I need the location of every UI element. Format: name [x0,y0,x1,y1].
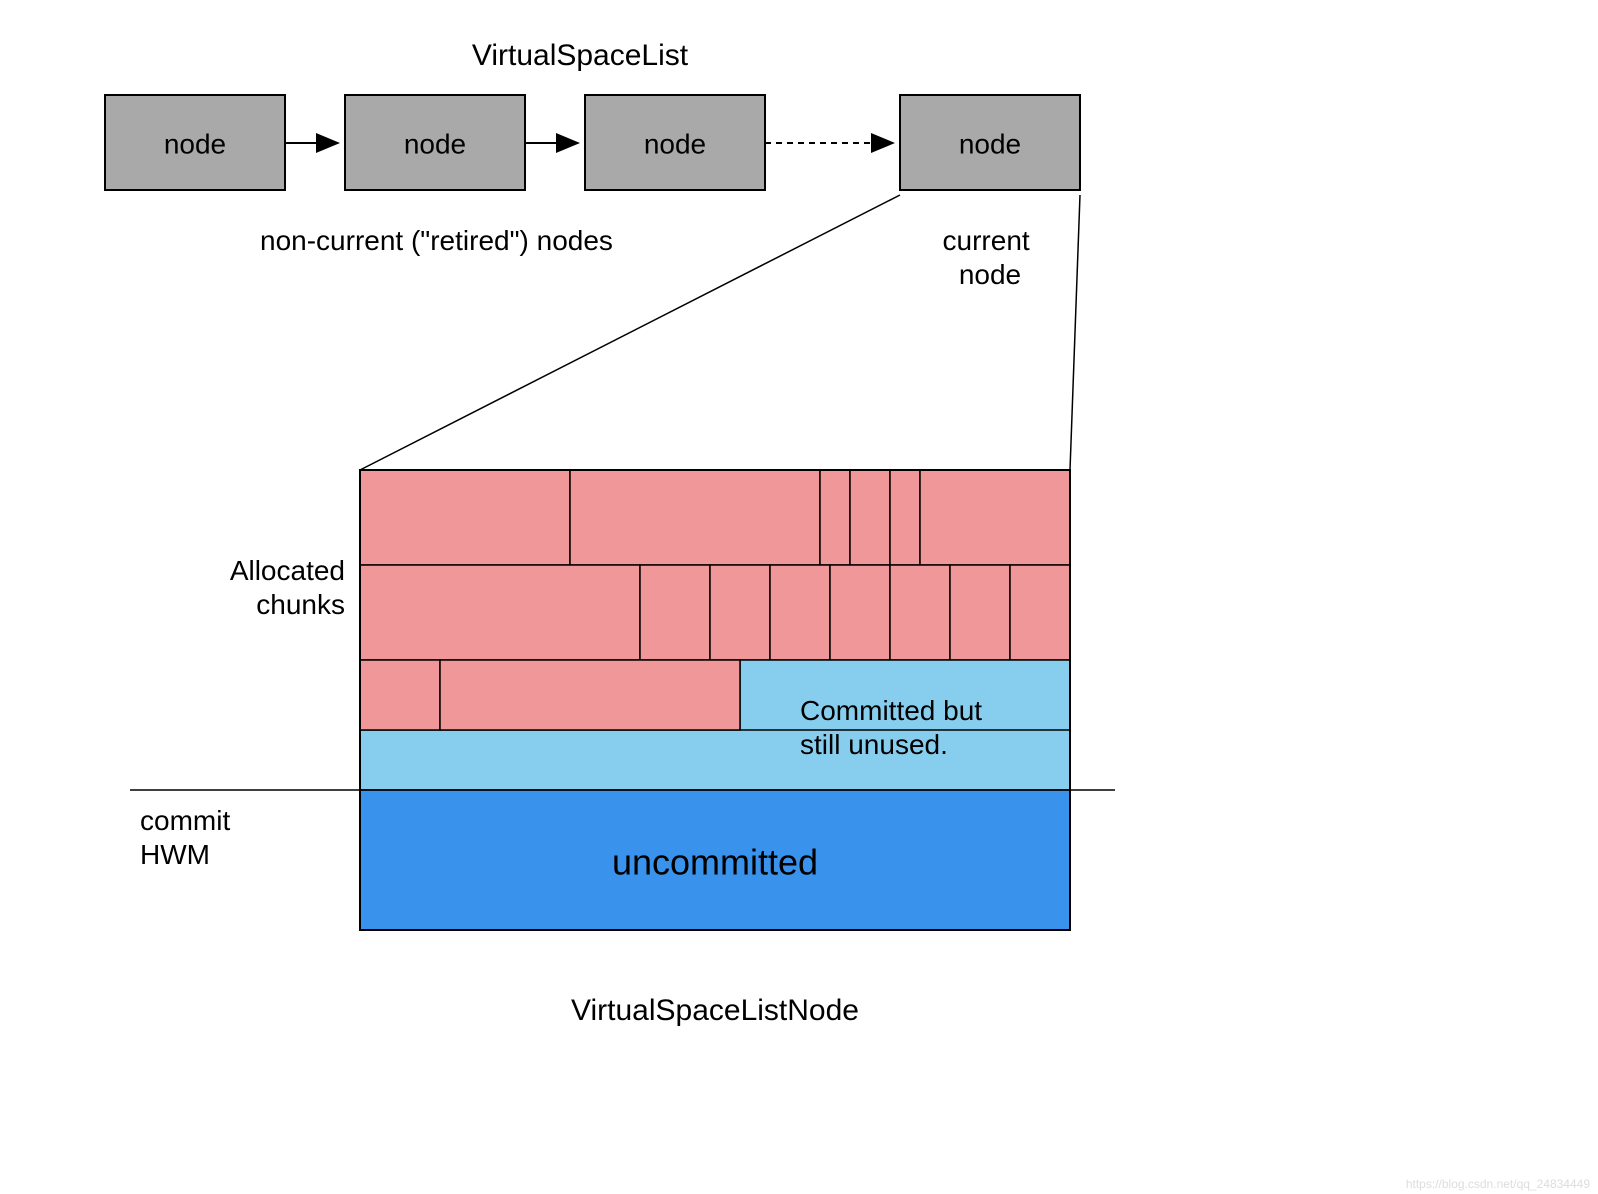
allocated-label-l2: chunks [256,589,345,620]
retired-caption: non-current ("retired") nodes [260,225,613,256]
node-label-current: node [959,128,1021,159]
committed-label-l2: still unused. [800,729,948,760]
callout-line-right [1070,195,1080,470]
node-list: node node node node [105,95,1080,190]
diagram-root: VirtualSpaceList node node node node non… [0,0,1598,1194]
bottom-title: VirtualSpaceListNode [571,994,859,1027]
current-caption-line1: current node [943,225,1038,290]
current-caption-l1: current [943,225,1030,256]
node-label-2: node [404,128,466,159]
committed-label-l1: Committed but [800,695,982,726]
allocated-label-l1: Allocated [230,555,345,586]
uncommitted-label: uncommitted [612,842,818,883]
current-caption-l2: node [959,259,1021,290]
watermark: https://blog.csdn.net/qq_24834449 [1406,1177,1590,1191]
allocated-row-2 [360,565,1070,660]
node-label-1: node [164,128,226,159]
title: VirtualSpaceList [472,39,689,72]
hwm-label-l2: HWM [140,839,210,870]
node-label-3: node [644,128,706,159]
hwm-label-l1: commit [140,805,230,836]
committed-unused-strip [360,730,1070,790]
detail-box: uncommitted Committed but still unused. [360,470,1070,930]
allocated-row-1 [360,470,1070,565]
